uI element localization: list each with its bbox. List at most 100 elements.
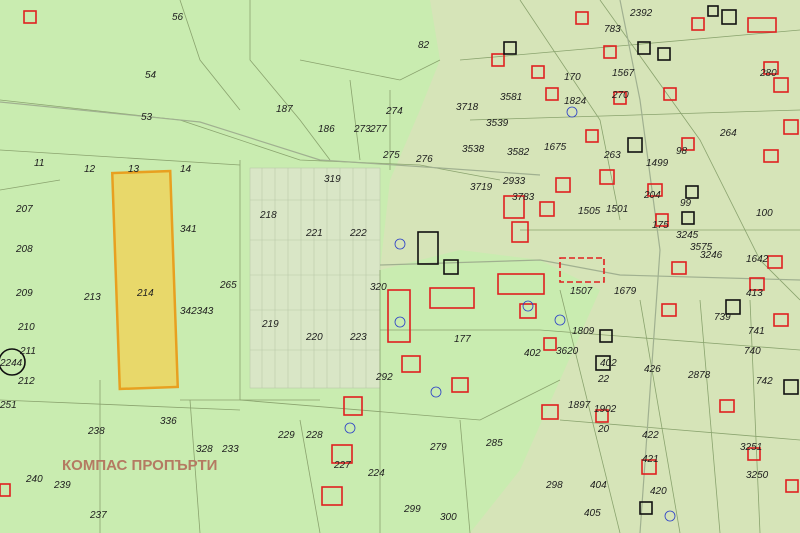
parcel-label: 3250 bbox=[746, 470, 769, 481]
parcel-label: 207 bbox=[15, 204, 33, 215]
parcel-label: 1507 bbox=[570, 286, 593, 297]
parcel-label: 221 bbox=[305, 228, 323, 239]
parcel-label: 276 bbox=[415, 154, 433, 165]
cadastral-map[interactable]: 214 КОМПАС ПРОПЪРТИ 56 54 53 82 187 186 … bbox=[0, 0, 800, 533]
parcel-label: 211 bbox=[19, 346, 36, 357]
parcel-label: 1499 bbox=[646, 158, 669, 169]
parcel-label: 233 bbox=[221, 444, 239, 455]
parcel-label: 342343 bbox=[180, 306, 214, 317]
parcel-label: 237 bbox=[89, 510, 107, 521]
parcel-label: 319 bbox=[324, 174, 341, 185]
watermark: КОМПАС ПРОПЪРТИ bbox=[62, 457, 217, 474]
parcel-label: 739 bbox=[714, 312, 731, 323]
parcel-label: 218 bbox=[259, 210, 277, 221]
parcel-label: 240 bbox=[25, 474, 43, 485]
parcel-label: 328 bbox=[196, 444, 213, 455]
parcel-label: 420 bbox=[650, 486, 667, 497]
parcel-label: 3582 bbox=[507, 147, 530, 158]
parcel-label: 341 bbox=[180, 224, 197, 235]
parcel-label: 300 bbox=[440, 512, 457, 523]
parcel-label: 413 bbox=[746, 288, 763, 299]
parcel-label: 54 bbox=[145, 70, 157, 81]
parcel-label: 3539 bbox=[486, 118, 509, 129]
parcel-label: 320 bbox=[370, 282, 387, 293]
parcel-label: 14 bbox=[180, 164, 192, 175]
parcel-label: 404 bbox=[590, 480, 607, 491]
parcel-label: 3245 bbox=[676, 230, 699, 241]
parcel-label: 222 bbox=[349, 228, 367, 239]
parcel-label: 177 bbox=[454, 334, 471, 345]
parcel-label: 82 bbox=[418, 40, 430, 51]
parcel-label: 292 bbox=[375, 372, 393, 383]
parcel-label: 279 bbox=[429, 442, 447, 453]
parcel-label: 186 bbox=[318, 124, 335, 135]
parcel-label: 263 bbox=[603, 150, 621, 161]
parcel-label: 270 bbox=[611, 90, 629, 101]
parcel-label: 3718 bbox=[456, 102, 479, 113]
parcel-label: 229 bbox=[277, 430, 295, 441]
parcel-label: 239 bbox=[53, 480, 71, 491]
parcel-label: 251 bbox=[0, 400, 17, 411]
highlighted-parcel-label: 214 bbox=[136, 288, 154, 299]
parcel-label: 2244 bbox=[0, 358, 23, 369]
parcel-label: 99 bbox=[680, 198, 692, 209]
parcel-label: 405 bbox=[584, 508, 601, 519]
parcel-label: 228 bbox=[305, 430, 323, 441]
parcel-label: 3251 bbox=[740, 442, 762, 453]
parcel-label: 175 bbox=[652, 220, 669, 231]
parcel-label: 3538 bbox=[462, 144, 485, 155]
parcel-label: 3581 bbox=[500, 92, 522, 103]
parcel-label: 212 bbox=[17, 376, 35, 387]
parcel-label: 274 bbox=[385, 106, 403, 117]
map-canvas[interactable]: 214 КОМПАС ПРОПЪРТИ 56545382187186274273… bbox=[0, 0, 800, 533]
parcel-label: 208 bbox=[15, 244, 33, 255]
parcel-label: 1642 bbox=[746, 254, 769, 265]
parcel-label: 220 bbox=[305, 332, 323, 343]
parcel-label: 421 bbox=[642, 454, 659, 465]
parcel-label: 264 bbox=[719, 128, 737, 139]
parcel-label: 402 bbox=[600, 358, 617, 369]
parcel-label: 1505 bbox=[578, 206, 601, 217]
parcel-label: 277 bbox=[369, 124, 387, 135]
parcel-label: 1897 bbox=[568, 400, 591, 411]
parcel-label: 3620 bbox=[556, 346, 579, 357]
parcel-label: 783 bbox=[604, 24, 621, 35]
parcel-label: 1675 bbox=[544, 142, 567, 153]
parcel-label: 3246 bbox=[700, 250, 723, 261]
parcel-label: 187 bbox=[276, 104, 293, 115]
parcel-label: 224 bbox=[367, 468, 385, 479]
parcel-label: 204 bbox=[643, 190, 661, 201]
highlighted-parcel[interactable] bbox=[110, 169, 180, 391]
parcel-label: 3783 bbox=[512, 192, 535, 203]
parcel-label: 402 bbox=[524, 348, 541, 359]
parcel-label: 422 bbox=[642, 430, 659, 441]
parcel-label: 299 bbox=[403, 504, 421, 515]
parcel-label: 210 bbox=[17, 322, 35, 333]
parcel-label: 219 bbox=[261, 319, 279, 330]
parcel-label: 98 bbox=[676, 146, 688, 157]
parcel-label: 1809 bbox=[572, 326, 595, 337]
parcel-label: 1902 bbox=[594, 404, 617, 415]
parcel-label: 740 bbox=[744, 346, 761, 357]
parcel-label: 20 bbox=[597, 424, 610, 435]
parcel-label: 265 bbox=[219, 280, 237, 291]
parcel-label: 285 bbox=[485, 438, 503, 449]
parcel-label: 100 bbox=[756, 208, 773, 219]
parcel-label: 170 bbox=[564, 72, 581, 83]
parcel-label: 426 bbox=[644, 364, 661, 375]
parcel-label: 3719 bbox=[470, 182, 493, 193]
parcel-label: 12 bbox=[84, 164, 96, 175]
parcel-label: 2933 bbox=[502, 176, 526, 187]
parcel-label: 238 bbox=[87, 426, 105, 437]
parcel-label: 741 bbox=[748, 326, 765, 337]
parcel-label: 298 bbox=[545, 480, 563, 491]
garden-plots-grid bbox=[249, 167, 381, 389]
parcel-label: 56 bbox=[172, 12, 184, 23]
parcel-label: 223 bbox=[349, 332, 367, 343]
parcel-label: 213 bbox=[83, 292, 101, 303]
parcel-label: 227 bbox=[333, 460, 351, 471]
parcel-label: 13 bbox=[128, 164, 140, 175]
parcel-label: 280 bbox=[759, 68, 777, 79]
parcel-label: 1679 bbox=[614, 286, 637, 297]
parcel-label: 11 bbox=[34, 158, 44, 169]
